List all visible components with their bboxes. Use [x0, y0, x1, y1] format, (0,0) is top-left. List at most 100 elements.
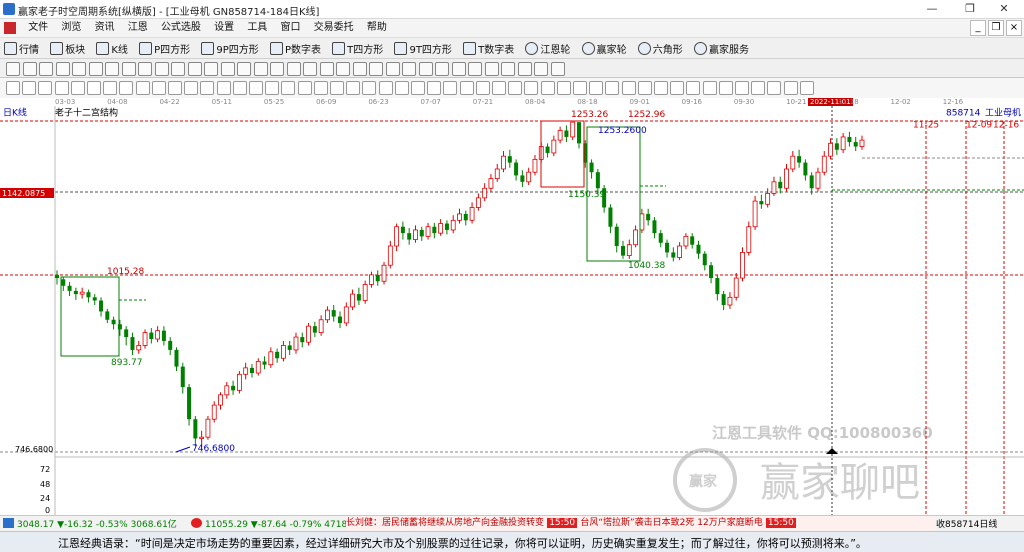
chart-tool-icon[interactable]	[378, 81, 393, 95]
drawing-tool-icon[interactable]	[187, 62, 202, 76]
chart-tool-icon[interactable]	[70, 81, 85, 95]
chart-tool-icon[interactable]	[87, 81, 101, 95]
drawing-tool-icon[interactable]	[55, 62, 70, 76]
menu-settings[interactable]: 设置	[209, 19, 239, 37]
drawing-tool-icon[interactable]	[72, 62, 86, 76]
chart-tool-icon[interactable]	[281, 81, 296, 95]
drawing-tool-icon[interactable]	[501, 62, 515, 76]
drawing-tool-icon[interactable]	[418, 62, 433, 76]
drawing-tool-icon[interactable]	[204, 62, 218, 76]
drawing-tool-icon[interactable]	[385, 62, 400, 76]
menu-trade[interactable]: 交易委托	[309, 19, 359, 37]
chart-tool-icon[interactable]	[103, 81, 118, 95]
chart-tool-icon[interactable]	[297, 81, 312, 95]
drawing-tool-icon[interactable]	[88, 62, 103, 76]
chart-tool-icon[interactable]	[751, 81, 766, 95]
drawing-tool-icon[interactable]	[138, 62, 152, 76]
menu-formula[interactable]: 公式选股	[156, 19, 206, 37]
mdi-restore-button[interactable]: ❒	[988, 20, 1004, 36]
chart-tool-icon[interactable]	[459, 81, 474, 95]
chart-tool-icon[interactable]	[265, 81, 280, 95]
chart-tool-icon[interactable]	[38, 81, 53, 95]
toolbar-gann-wheel-button[interactable]: 江恩轮	[521, 38, 574, 58]
menu-news[interactable]: 资讯	[90, 19, 120, 37]
toolbar-sector-button[interactable]: 板块	[46, 38, 89, 58]
drawing-tool-icon[interactable]	[517, 62, 532, 76]
chart-tool-icon[interactable]	[346, 81, 361, 95]
drawing-tool-icon[interactable]	[105, 62, 119, 76]
kline-chart[interactable]: 江恩工具软件 QQ:100800360 赢家 赢家聊吧 日K线 老子十二宫结构 …	[0, 106, 1024, 515]
chart-tool-icon[interactable]	[783, 81, 798, 95]
drawing-tool-icon[interactable]	[303, 62, 317, 76]
toolbar-p-square-button[interactable]: P四方形	[135, 38, 194, 58]
chart-tool-icon[interactable]	[330, 81, 344, 95]
drawing-tool-icon[interactable]	[237, 62, 251, 76]
chart-tool-icon[interactable]	[200, 81, 215, 95]
chart-tool-icon[interactable]	[508, 81, 523, 95]
chart-tool-icon[interactable]	[799, 81, 814, 95]
menu-gann[interactable]: 江恩	[123, 19, 153, 37]
chart-tool-icon[interactable]	[232, 81, 247, 95]
menu-tools[interactable]: 工具	[242, 19, 272, 37]
toolbar-9p-square-button[interactable]: 9P四方形	[197, 38, 262, 58]
drawing-tool-icon[interactable]	[171, 62, 185, 76]
mdi-close-button[interactable]: ×	[1006, 20, 1022, 36]
chart-tool-icon[interactable]	[22, 81, 37, 95]
chart-tool-icon[interactable]	[589, 81, 604, 95]
chart-tool-icon[interactable]	[394, 81, 409, 95]
chart-tool-icon[interactable]	[605, 81, 620, 95]
chart-tool-icon[interactable]	[168, 81, 182, 95]
drawing-tool-icon[interactable]	[39, 62, 53, 76]
drawing-tool-icon[interactable]	[6, 62, 20, 76]
chart-tool-icon[interactable]	[735, 81, 749, 95]
drawing-tool-icon[interactable]	[319, 62, 334, 76]
drawing-tool-icon[interactable]	[121, 62, 136, 76]
chart-tool-icon[interactable]	[313, 81, 328, 95]
toolbar-winner-wheel-button[interactable]: 赢家轮	[578, 38, 631, 58]
chart-tool-icon[interactable]	[573, 81, 587, 95]
chart-tool-icon[interactable]	[362, 81, 377, 95]
toolbar-t-table-button[interactable]: T数字表	[459, 38, 518, 58]
toolbar-p-table-button[interactable]: P数字表	[266, 38, 325, 58]
chart-tool-icon[interactable]	[135, 81, 150, 95]
shanghai-index[interactable]: 3048.17 ▼-16.32 -0.53% 3068.61亿	[17, 517, 177, 530]
drawing-tool-icon[interactable]	[484, 62, 499, 76]
drawing-tool-icon[interactable]	[451, 62, 466, 76]
chart-tool-icon[interactable]	[556, 81, 571, 95]
drawing-tool-icon[interactable]	[435, 62, 449, 76]
chart-tool-icon[interactable]	[540, 81, 555, 95]
mdi-minimize-button[interactable]: _	[970, 20, 986, 36]
menu-help[interactable]: 帮助	[362, 19, 392, 37]
drawing-tool-icon[interactable]	[336, 62, 350, 76]
chart-tool-icon[interactable]	[767, 81, 782, 95]
drawing-tool-icon[interactable]	[253, 62, 268, 76]
drawing-tool-icon[interactable]	[352, 62, 367, 76]
chart-tool-icon[interactable]	[718, 81, 733, 95]
close-button[interactable]: ✕	[984, 1, 1024, 17]
chart-tool-icon[interactable]	[686, 81, 701, 95]
toolbar-quote-button[interactable]: 行情	[0, 38, 43, 58]
chart-tool-icon[interactable]	[427, 81, 442, 95]
toolbar-kline-button[interactable]: K线	[92, 38, 132, 58]
toolbar-t-square-button[interactable]: T四方形	[328, 38, 387, 58]
toolbar-hexagon-button[interactable]: 六角形	[634, 38, 687, 58]
menu-window[interactable]: 窗口	[276, 19, 306, 37]
chart-tool-icon[interactable]	[119, 81, 134, 95]
drawing-tool-icon[interactable]	[22, 62, 37, 76]
drawing-tool-icon[interactable]	[468, 62, 482, 76]
minimize-button[interactable]: —	[912, 1, 952, 17]
drawing-tool-icon[interactable]	[154, 62, 169, 76]
drawing-tool-icon[interactable]	[220, 62, 235, 76]
menu-file[interactable]: 文件	[23, 19, 53, 37]
chart-tool-icon[interactable]	[524, 81, 539, 95]
chart-tool-icon[interactable]	[637, 81, 652, 95]
chart-tool-icon[interactable]	[654, 81, 668, 95]
chart-tool-icon[interactable]	[216, 81, 231, 95]
chart-tool-icon[interactable]	[443, 81, 458, 95]
chart-tool-icon[interactable]	[670, 81, 685, 95]
drawing-tool-icon[interactable]	[270, 62, 284, 76]
drawing-tool-icon[interactable]	[369, 62, 383, 76]
toolbar-9t-square-button[interactable]: 9T四方形	[390, 38, 455, 58]
drawing-tool-icon[interactable]	[286, 62, 301, 76]
chart-tool-icon[interactable]	[475, 81, 490, 95]
